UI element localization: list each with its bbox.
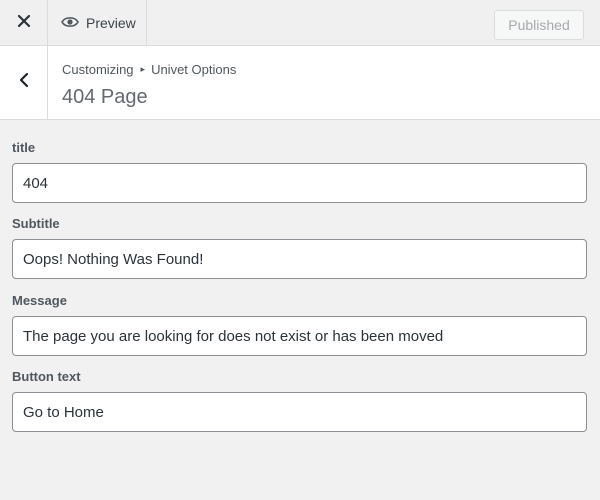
field-label: title (12, 140, 36, 155)
section-header: Customizing ▸ Univet Options 404 Page (0, 46, 600, 120)
field-message: Message The page you are looking for doe… (12, 292, 587, 356)
field-label: Button text (12, 369, 81, 384)
breadcrumb: Customizing ▸ Univet Options (62, 62, 236, 77)
preview-label: Preview (86, 15, 136, 31)
breadcrumb-section: Univet Options (151, 62, 237, 77)
publish-button[interactable]: Published (494, 10, 584, 40)
subtitle-input[interactable]: Oops! Nothing Was Found! (12, 239, 587, 279)
field-label: Message (12, 293, 67, 308)
field-title: title 404 (12, 139, 587, 203)
button-text-input[interactable]: Go to Home (12, 392, 587, 432)
field-label: Subtitle (12, 216, 60, 231)
field-button-text: Button text Go to Home (12, 368, 587, 432)
preview-button[interactable]: Preview (48, 0, 147, 46)
triangle-right-icon: ▸ (140, 64, 146, 74)
customizer-top-bar: Preview Published (0, 0, 600, 46)
back-button[interactable] (0, 46, 48, 119)
close-icon (17, 14, 30, 32)
field-subtitle: Subtitle Oops! Nothing Was Found! (12, 215, 587, 279)
message-input[interactable]: The page you are looking for does not ex… (12, 316, 587, 356)
page-title: 404 Page (62, 86, 148, 108)
close-customizer-button[interactable] (0, 0, 48, 46)
title-input[interactable]: 404 (12, 163, 587, 203)
breadcrumb-root: Customizing (62, 62, 134, 77)
eye-icon (61, 15, 79, 32)
chevron-left-icon (19, 72, 29, 93)
